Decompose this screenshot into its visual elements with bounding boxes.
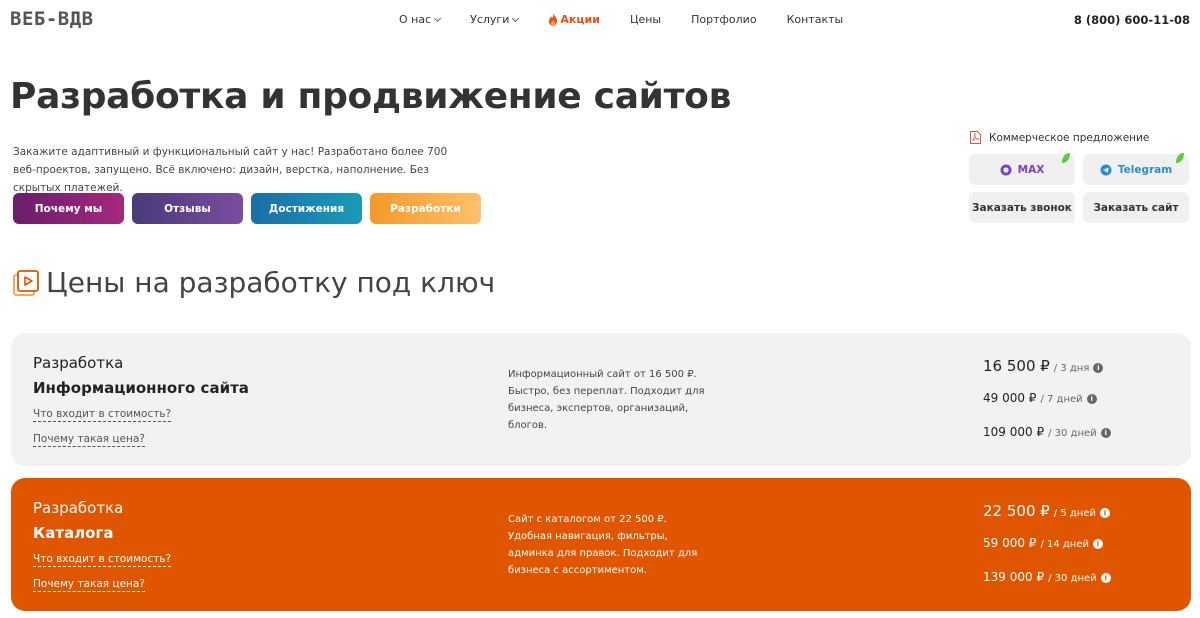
price-term: / 30 дней	[1048, 428, 1097, 439]
max-icon	[1000, 164, 1012, 175]
price-amount: 109 000 ₽	[983, 425, 1045, 439]
section-title-label: Цены на разработку под ключ	[46, 266, 496, 299]
price-amount: 139 000 ₽	[983, 570, 1045, 584]
max-messenger-button[interactable]: MAX	[969, 153, 1075, 185]
telegram-button-label: Telegram	[1117, 163, 1173, 176]
price-term: / 3 дня	[1053, 363, 1090, 374]
hero-buttons: Почему мы Отзывы Достижения Разработки	[13, 193, 489, 224]
chevron-down-icon	[512, 14, 520, 22]
nav-item-about[interactable]: О нас	[399, 13, 442, 26]
price-card-info-site: Разработка Информационного сайта Что вхо…	[11, 333, 1191, 466]
commercial-offer-link[interactable]: Коммерческое предложение	[970, 131, 1149, 144]
nav-item-label: Цены	[629, 13, 662, 26]
price-amount: 49 000 ₽	[983, 391, 1037, 405]
price-row: 109 000 ₽ / 30 дней i	[983, 425, 1111, 459]
price-card-catalog: Разработка Каталога Что входит в стоимос…	[11, 478, 1191, 611]
card-description: Информационный сайт от 16 500 ₽. Быстро,…	[508, 369, 705, 431]
nav-item-prices[interactable]: Цены	[630, 13, 661, 26]
nav-item-contacts[interactable]: Контакты	[787, 13, 844, 26]
info-icon[interactable]: i	[1100, 428, 1111, 438]
price-amount: 59 000 ₽	[983, 536, 1037, 550]
nav-item-label: О нас	[399, 13, 432, 26]
price-row: 22 500 ₽ / 5 дней i	[983, 502, 1111, 536]
fire-icon	[549, 13, 558, 26]
nav-item-services[interactable]: Услуги	[470, 13, 520, 26]
nav-item-label: Акции	[560, 13, 600, 26]
card-prefix: Разработка	[33, 354, 124, 372]
price-list: 22 500 ₽ / 5 дней i 59 000 ₽ / 14 дней i…	[983, 502, 1111, 604]
price-list: 16 500 ₽ / 3 дня i 49 000 ₽ / 7 дней i 1…	[983, 357, 1111, 459]
nav-item-label: Портфолио	[691, 13, 757, 26]
main-nav: О нас Услуги Акции Цены Портфолио Контак…	[399, 13, 873, 26]
price-term: / 14 дней	[1040, 539, 1089, 550]
achievements-button[interactable]: Достижения	[251, 193, 362, 224]
why-us-button[interactable]: Почему мы	[13, 193, 124, 224]
price-term: / 5 дней	[1053, 508, 1096, 519]
leaf-icon	[1176, 153, 1184, 163]
info-icon[interactable]: i	[1086, 394, 1097, 404]
telegram-icon	[1100, 164, 1112, 175]
price-term: / 7 дней	[1040, 394, 1083, 405]
nav-item-label: Контакты	[786, 13, 844, 26]
developments-button[interactable]: Разработки	[370, 193, 481, 224]
pdf-icon	[970, 131, 981, 144]
whats-included-link[interactable]: Что входит в стоимость?	[33, 408, 172, 422]
video-play-icon	[13, 269, 39, 296]
info-icon[interactable]: i	[1093, 363, 1104, 373]
commercial-offer-label: Коммерческое предложение	[989, 131, 1150, 144]
price-row: 59 000 ₽ / 14 дней i	[983, 536, 1111, 570]
price-term: / 30 дней	[1048, 573, 1097, 584]
phone-link[interactable]: 8 (800) 600-11-08	[1074, 13, 1190, 27]
card-name: Информационного сайта	[33, 379, 249, 397]
whats-included-link[interactable]: Что входит в стоимость?	[33, 553, 172, 567]
info-icon[interactable]: i	[1093, 539, 1103, 549]
nav-item-label: Услуги	[470, 13, 510, 26]
price-row: 49 000 ₽ / 7 дней i	[983, 391, 1111, 425]
site-header: ВЕБ-ВДВ О нас Услуги Акции Цены Портфоли…	[0, 0, 1200, 40]
price-row: 139 000 ₽ / 30 дней i	[983, 570, 1111, 604]
section-title: Цены на разработку под ключ	[12, 266, 495, 299]
card-name: Каталога	[33, 524, 114, 542]
price-amount: 16 500 ₽	[983, 357, 1050, 375]
hero-lead: Закажите адаптивный и функциональный сай…	[13, 146, 448, 194]
nav-item-promo[interactable]: Акции	[548, 13, 600, 26]
max-button-label: MAX	[1017, 163, 1045, 176]
request-call-button[interactable]: Заказать звонок	[969, 192, 1075, 223]
leaf-icon	[1062, 153, 1070, 163]
site-logo[interactable]: ВЕБ-ВДВ	[10, 8, 94, 30]
price-amount: 22 500 ₽	[983, 502, 1050, 520]
page-title: Разработка и продвижение сайтов	[10, 76, 732, 117]
info-icon[interactable]: i	[1100, 573, 1111, 583]
reviews-button[interactable]: Отзывы	[132, 193, 243, 224]
order-site-button[interactable]: Заказать сайт	[1083, 192, 1189, 223]
telegram-button[interactable]: Telegram	[1083, 153, 1189, 185]
why-price-link[interactable]: Почему такая цена?	[33, 433, 145, 447]
nav-item-portfolio[interactable]: Портфолио	[691, 13, 756, 26]
price-row: 16 500 ₽ / 3 дня i	[983, 357, 1111, 391]
why-price-link[interactable]: Почему такая цена?	[33, 578, 145, 592]
info-icon[interactable]: i	[1100, 508, 1110, 518]
chevron-down-icon	[434, 14, 442, 22]
card-prefix: Разработка	[33, 499, 124, 517]
card-description: Сайт с каталогом от 22 500 ₽. Удобная на…	[508, 514, 698, 576]
